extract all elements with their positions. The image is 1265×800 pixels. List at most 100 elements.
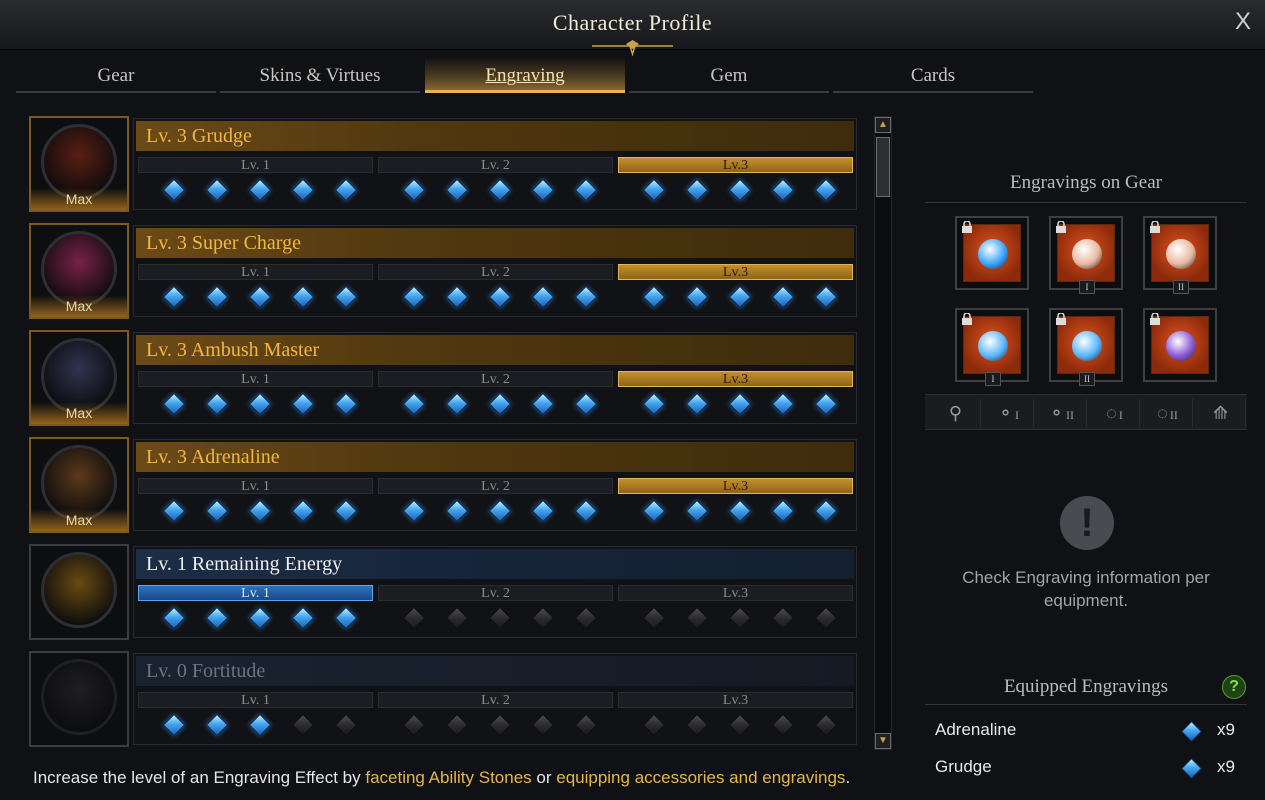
gem-node-icon [574, 499, 598, 523]
tab-cards[interactable]: Cards [833, 57, 1033, 93]
gem-node-icon [574, 178, 598, 202]
gem-group [138, 606, 373, 633]
gem-node-icon [685, 499, 709, 523]
filter-button[interactable]: ⚲ [931, 399, 981, 427]
gem-node-icon [445, 392, 469, 416]
gear-slot[interactable]: I [1049, 216, 1123, 294]
scroll-up-button[interactable]: ▲ [875, 117, 891, 133]
gem-node-icon [248, 606, 272, 630]
gem-node-icon [642, 285, 666, 309]
equipped-engravings-title: Equipped Engravings [1003, 676, 1169, 697]
engraving-info: Lv. 0 Fortitude Lv. 1 Lv. 2 Lv.3 [133, 653, 857, 745]
necklace-filter-icon: ⚲ [948, 403, 963, 423]
gem-node-icon [162, 285, 186, 309]
engraving-portrait: Max [29, 437, 129, 533]
gem-node-icon [531, 285, 555, 309]
tab-bar: Gear Skins & Virtues Engraving Gem Cards [16, 57, 1036, 93]
tab-gem[interactable]: Gem [629, 57, 829, 93]
level-segment: Lv. 2 [378, 585, 613, 601]
gem-group [618, 499, 853, 526]
gem-node-icon [642, 713, 666, 737]
faceting-link[interactable]: faceting Ability Stones [365, 768, 531, 787]
engraving-row[interactable]: Lv. 0 Fortitude Lv. 1 Lv. 2 Lv.3 [29, 651, 859, 751]
engraving-name: Lv. 3 Adrenaline [136, 442, 854, 472]
gem-node-icon [728, 499, 752, 523]
tab-label: Cards [910, 65, 956, 86]
slot-numeral: I [1079, 280, 1095, 294]
equipped-count: x9 [1217, 757, 1235, 776]
engraving-row[interactable]: Max Lv. 3 Adrenaline Lv. 1 Lv. 2 Lv.3 [29, 437, 859, 537]
engraving-row[interactable]: Max Lv. 3 Ambush Master Lv. 1 Lv. 2 Lv.3 [29, 330, 859, 430]
ring-filter-icon: ◌ [1157, 403, 1168, 423]
tab-label: Gem [710, 65, 748, 86]
gear-slot[interactable]: II [1143, 216, 1217, 294]
engraving-portrait: Max [29, 116, 129, 212]
gem-group [378, 285, 613, 312]
max-badge: Max [31, 295, 127, 317]
filter-button[interactable]: ◌ II [1143, 399, 1193, 427]
gem-group [138, 285, 373, 312]
filter-button[interactable]: ◌ I [1090, 399, 1140, 427]
lock-icon [962, 313, 972, 325]
earring-filter-icon: ⚬ [1048, 403, 1065, 423]
tab-skins-virtues[interactable]: Skins & Virtues [220, 57, 420, 93]
level-segment: Lv. 1 [138, 692, 373, 708]
close-button[interactable]: X [1235, 8, 1251, 36]
gem-node-icon [642, 606, 666, 630]
gem-node-icon [205, 713, 229, 737]
gem-node-icon [574, 285, 598, 309]
engraving-row[interactable]: Max Lv. 3 Super Charge Lv. 1 Lv. 2 Lv.3 [29, 223, 859, 323]
gear-slot[interactable]: II [1049, 308, 1123, 386]
level-segment: Lv. 1 [138, 264, 373, 280]
gem-node-icon [205, 499, 229, 523]
gear-slot[interactable] [955, 216, 1029, 290]
gem-node-icon [531, 713, 555, 737]
gem-node-icon [291, 178, 315, 202]
equipped-row: Adrenaline x9 [935, 720, 1235, 744]
footer-prefix: Increase the level of an Engraving Effec… [33, 768, 366, 787]
engraving-row[interactable]: Max Lv. 3 Grudge Lv. 1 Lv. 2 Lv.3 [29, 116, 859, 216]
window-title: Character Profile [552, 10, 713, 35]
tab-label: Gear [97, 65, 135, 86]
tab-gear[interactable]: Gear [16, 57, 216, 93]
gem-node-icon [574, 713, 598, 737]
gem-node-icon [814, 606, 838, 630]
level-segment: Lv.3 [618, 371, 853, 387]
lock-icon [1150, 313, 1160, 325]
equipping-link[interactable]: equipping accessories and engravings [556, 768, 845, 787]
gem-node-icon [488, 606, 512, 630]
scroll-down-button[interactable]: ▼ [875, 733, 891, 749]
gem-node-icon [291, 713, 315, 737]
level-segment: Lv.3 [618, 264, 853, 280]
gem-node-icon [205, 392, 229, 416]
scroll-thumb[interactable] [876, 137, 890, 197]
lock-icon [1150, 221, 1160, 233]
gem-node-icon [445, 713, 469, 737]
gem-node-icon [248, 499, 272, 523]
engraving-row[interactable]: Lv. 1 Remaining Energy Lv. 1 Lv. 2 Lv.3 [29, 544, 859, 644]
help-icon[interactable]: ? [1222, 675, 1246, 699]
gear-slot[interactable] [1143, 308, 1217, 382]
scrollbar[interactable]: ▲ ▼ [874, 116, 892, 750]
engravings-on-gear-title: Engravings on Gear [1010, 172, 1162, 193]
engraving-info: Lv. 3 Grudge Lv. 1 Lv. 2 Lv.3 [133, 118, 857, 210]
gem-group [138, 713, 373, 740]
gem-node-icon [248, 713, 272, 737]
level-segment: Lv. 2 [378, 692, 613, 708]
gem-node-icon [574, 606, 598, 630]
filter-button[interactable]: ⚬ II [1037, 399, 1087, 427]
gem-node-icon [334, 606, 358, 630]
gear-slot[interactable]: I [955, 308, 1029, 386]
tab-engraving[interactable]: Engraving [425, 57, 625, 93]
lock-icon [962, 221, 972, 233]
engraving-name: Lv. 3 Grudge [136, 121, 854, 151]
gem-node-icon [402, 713, 426, 737]
gem-node-icon [728, 713, 752, 737]
filter-button[interactable]: ⚬ I [984, 399, 1034, 427]
divider [925, 704, 1247, 705]
gem-node-icon [205, 178, 229, 202]
filter-numeral: II [1169, 408, 1178, 422]
level-segment: Lv.3 [618, 478, 853, 494]
filter-button[interactable]: ⟰ [1196, 399, 1246, 427]
slot-numeral: II [1173, 280, 1189, 294]
